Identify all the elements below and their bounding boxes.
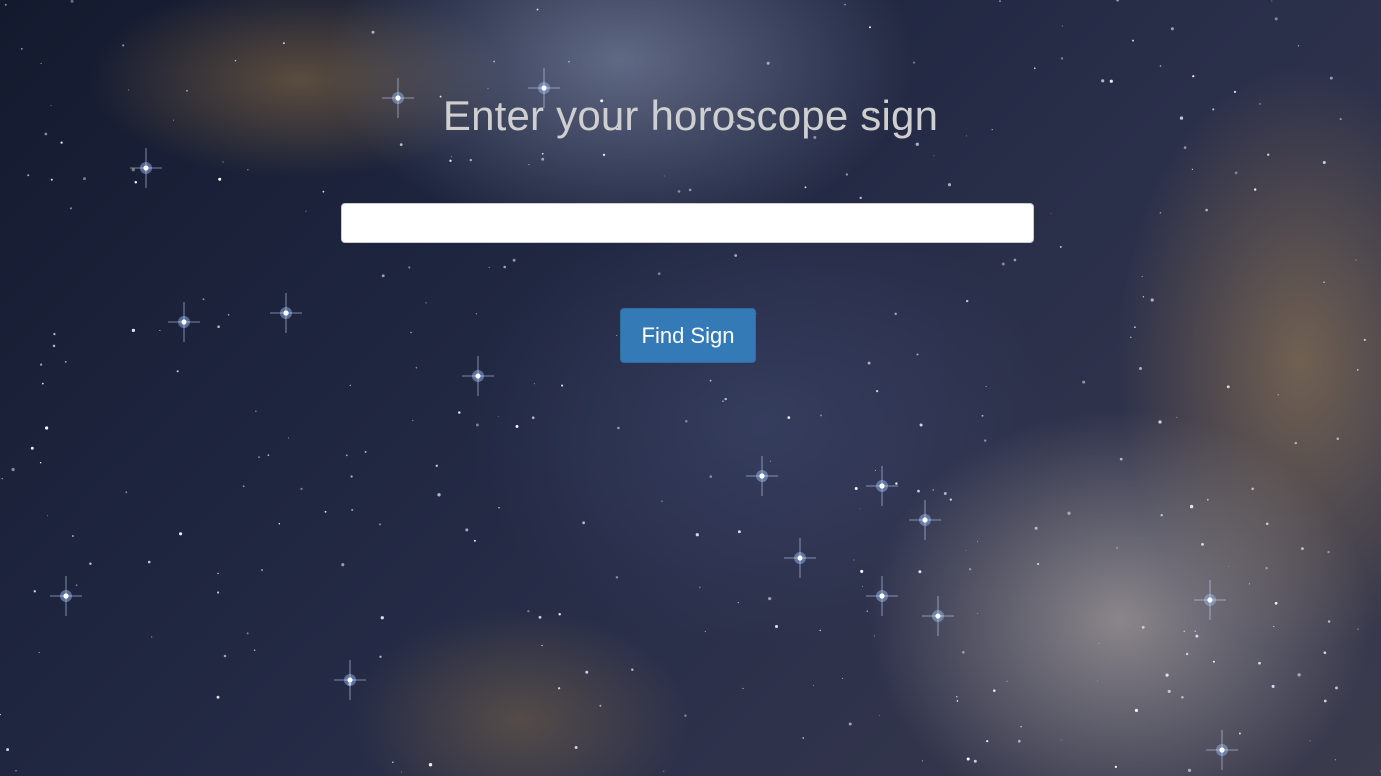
find-sign-button[interactable]: Find Sign: [620, 308, 756, 363]
page-title: Enter your horoscope sign: [442, 92, 939, 139]
horoscope-sign-input[interactable]: [341, 203, 1034, 243]
